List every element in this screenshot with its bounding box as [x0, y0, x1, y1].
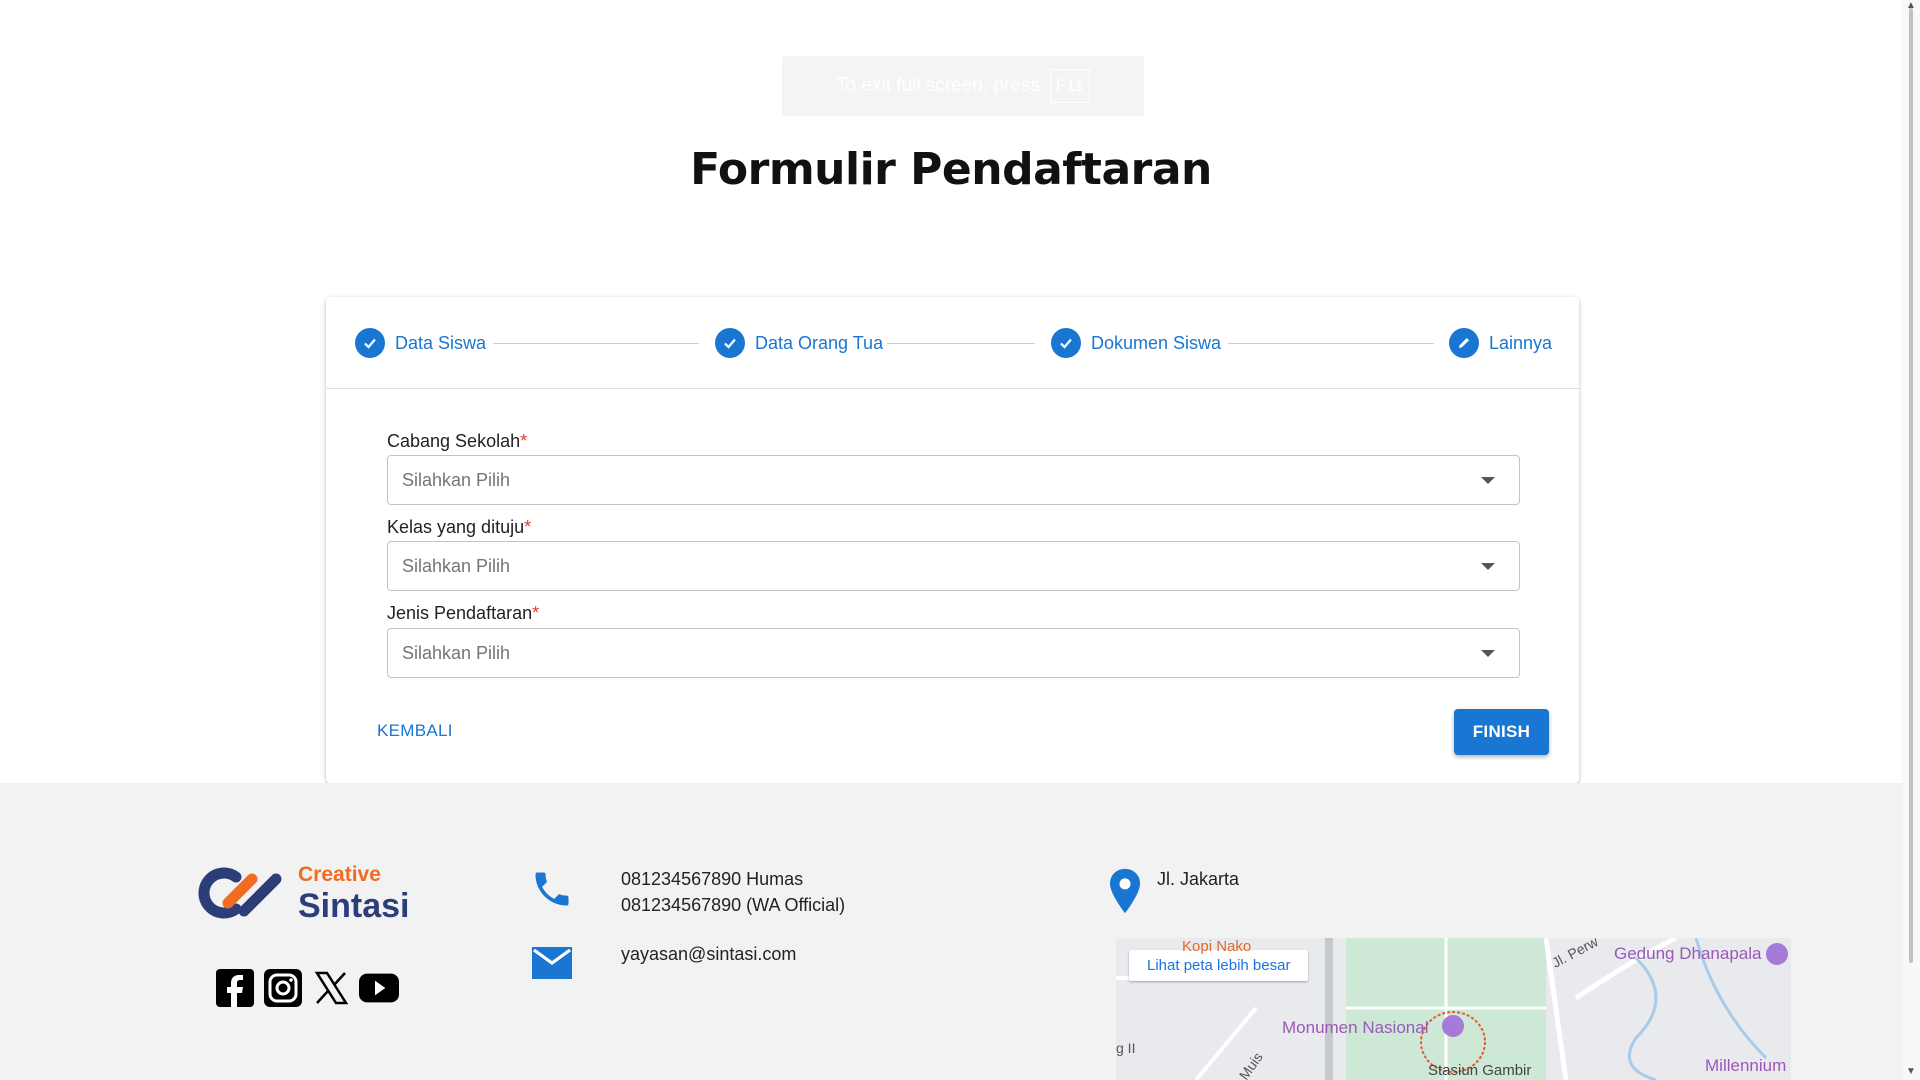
field-label-text: Jenis Pendaftaran	[387, 603, 533, 623]
sintasi-logo: Creative Sintasi	[198, 863, 428, 943]
dropdown-arrow-icon	[1481, 650, 1495, 657]
logo-mark-icon	[198, 867, 282, 919]
email-icon	[532, 947, 572, 979]
location-pin-icon	[1109, 868, 1141, 914]
map-label-stasiun-gambir: Stasiun Gambir	[1428, 1062, 1532, 1079]
check-icon	[715, 328, 745, 358]
youtube-icon[interactable]	[359, 968, 399, 1008]
registration-page: To exit full screen, press F11 Formulir …	[0, 0, 1902, 1080]
kelas-yang-dituju-select[interactable]: Silahkan Pilih	[387, 541, 1520, 591]
embedded-map[interactable]: Lihat peta lebih besar Kopi Nako Gedung …	[1116, 938, 1791, 1080]
pencil-icon	[1449, 328, 1479, 358]
step-label: Data Siswa	[395, 332, 487, 353]
finish-button[interactable]: FINISH	[1454, 709, 1549, 755]
phone-numbers: 081234567890 Humas 081234567890 (WA Offi…	[621, 866, 845, 918]
phone-humas: 081234567890 Humas	[621, 869, 804, 889]
step-dokumen-siswa[interactable]: Dokumen Siswa	[1051, 328, 1221, 358]
social-links	[215, 968, 399, 1008]
required-mark: *	[520, 431, 528, 451]
jenis-pendaftaran-label: Jenis Pendaftaran*	[387, 603, 539, 624]
fullscreen-toast-text: To exit full screen, press	[836, 75, 1040, 96]
dropdown-arrow-icon	[1481, 563, 1495, 570]
back-button[interactable]: KEMBALI	[377, 717, 453, 745]
facebook-icon[interactable]	[215, 968, 255, 1008]
field-label-text: Kelas yang dituju	[387, 517, 525, 537]
phone-wa: 081234567890 (WA Official)	[621, 895, 846, 915]
map-label-millennium: Millennium	[1705, 1056, 1787, 1075]
kelas-yang-dituju-label: Kelas yang dituju*	[387, 517, 531, 538]
logo-text-creative: Creative	[298, 863, 381, 886]
address: Jl. Jakarta	[1157, 869, 1240, 889]
stepper: Data Siswa Data Orang Tua Dokumen Siswa	[326, 297, 1579, 389]
cabang-sekolah-select[interactable]: Silahkan Pilih	[387, 455, 1520, 505]
map-label-g-ii: g II	[1116, 1040, 1136, 1056]
x-icon[interactable]	[311, 968, 351, 1008]
step-data-siswa[interactable]: Data Siswa	[355, 328, 486, 358]
step-connector	[493, 343, 699, 344]
check-icon	[1051, 328, 1081, 358]
step-connector	[887, 343, 1035, 344]
select-placeholder: Silahkan Pilih	[402, 642, 511, 663]
page-title: Formulir Pendaftaran	[690, 144, 1212, 195]
map-label-kopi-nako: Kopi Nako	[1182, 938, 1252, 955]
step-label: Lainnya	[1489, 332, 1553, 353]
phone-icon	[535, 872, 569, 906]
scroll-down-icon[interactable]: ▼	[1906, 1066, 1916, 1077]
required-mark: *	[532, 603, 540, 623]
fullscreen-exit-toast: To exit full screen, press F11	[782, 56, 1144, 116]
step-connector	[1228, 343, 1434, 344]
select-placeholder: Silahkan Pilih	[402, 555, 511, 576]
jenis-pendaftaran-select[interactable]: Silahkan Pilih	[387, 628, 1520, 678]
required-mark: *	[524, 517, 532, 537]
field-label-text: Cabang Sekolah	[387, 431, 521, 451]
email-address: yayasan@sintasi.com	[621, 944, 797, 964]
select-placeholder: Silahkan Pilih	[402, 469, 511, 490]
step-label: Data Orang Tua	[755, 332, 884, 353]
check-icon	[355, 328, 385, 358]
cabang-sekolah-label: Cabang Sekolah*	[387, 431, 527, 452]
dropdown-arrow-icon	[1481, 477, 1495, 484]
footer: Creative Sintasi 081234567890 Humas 0812…	[0, 783, 1902, 1080]
step-data-orang-tua[interactable]: Data Orang Tua	[715, 328, 883, 358]
instagram-icon[interactable]	[263, 968, 303, 1008]
step-lainnya[interactable]: Lainnya	[1449, 328, 1552, 358]
page-scrollbar[interactable]: ▲ ▼	[1902, 0, 1920, 1080]
map-label-gedung-dhanapala: Gedung Dhanapala	[1614, 944, 1762, 963]
map-label-monumen-nasional: Monumen Nasional	[1282, 1018, 1429, 1037]
logo-text-sintasi: Sintasi	[298, 887, 410, 925]
fullscreen-toast-key: F11	[1049, 69, 1090, 103]
step-label: Dokumen Siswa	[1091, 332, 1222, 353]
scroll-thumb[interactable]	[1909, 8, 1913, 963]
registration-form-card: Data Siswa Data Orang Tua Dokumen Siswa	[326, 297, 1579, 783]
